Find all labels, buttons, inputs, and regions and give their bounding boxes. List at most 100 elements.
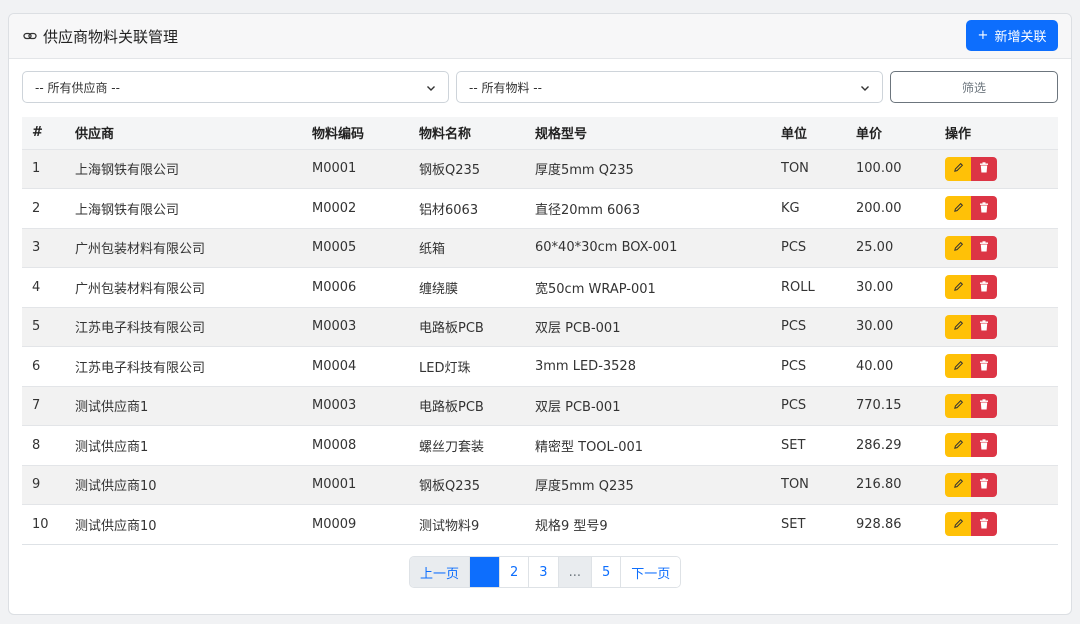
filter-row: -- 所有供应商 -- -- 所有物料 -- 筛选 [22, 71, 1058, 103]
row-index: 8 [32, 437, 41, 453]
edit-button[interactable] [945, 433, 971, 458]
page-2[interactable]: 2 [500, 557, 530, 587]
edit-button[interactable] [945, 196, 971, 221]
trash-icon [979, 477, 989, 492]
add-relation-label: 新增关联 [994, 30, 1047, 45]
row-index: 4 [32, 279, 41, 295]
spec-cell: 厚度5mm Q235 [535, 479, 634, 495]
edit-button[interactable] [945, 314, 971, 339]
price-cell: 770.15 [856, 398, 902, 414]
delete-button[interactable] [971, 512, 997, 537]
actions-cell [935, 386, 1058, 426]
col-supplier: 供应商 [75, 127, 115, 143]
delete-button[interactable] [971, 354, 997, 379]
spec-cell: 宽50cm WRAP-001 [535, 281, 656, 297]
material-code-cell: M0006 [312, 279, 357, 295]
page-title-text: 供应商物料关联管理 [43, 27, 179, 46]
actions-cell [935, 426, 1058, 466]
supplier-select[interactable]: -- 所有供应商 -- [22, 71, 449, 103]
unit-cell: PCS [781, 398, 807, 414]
supplier-cell: 上海钢铁有限公司 [75, 163, 180, 179]
spec-cell: 直径20mm 6063 [535, 202, 641, 218]
edit-button[interactable] [945, 354, 971, 379]
delete-button[interactable] [971, 275, 997, 300]
edit-button[interactable] [945, 235, 971, 260]
unit-cell: SET [781, 437, 806, 453]
trash-icon [979, 161, 989, 176]
delete-button[interactable] [971, 472, 997, 497]
material-name-cell: 铝材6063 [419, 202, 479, 218]
plus-icon: + [977, 28, 989, 43]
add-relation-button[interactable]: + 新增关联 [966, 20, 1058, 51]
row-index: 1 [32, 161, 41, 177]
edit-button[interactable] [945, 275, 971, 300]
edit-button[interactable] [945, 472, 971, 497]
prev-page-button[interactable]: 上一页 [410, 557, 471, 587]
trash-icon [979, 280, 989, 295]
pencil-icon [953, 201, 964, 216]
filter-button[interactable]: 筛选 [890, 71, 1058, 103]
price-cell: 286.29 [856, 437, 902, 453]
spec-cell: 双层 PCB-001 [535, 321, 621, 337]
action-group [945, 275, 997, 300]
material-code-cell: M0003 [312, 319, 357, 335]
delete-button[interactable] [971, 433, 997, 458]
pencil-icon [953, 398, 964, 413]
action-group [945, 235, 997, 260]
supplier-cell: 测试供应商10 [75, 479, 157, 495]
table-row: 4 广州包装材料有限公司 M0006 缠绕膜 宽50cm WRAP-001 ROLL 30.… [22, 267, 1058, 308]
material-select-value: -- 所有物料 -- [469, 80, 542, 95]
unit-cell: TON [781, 477, 809, 493]
row-index: 10 [32, 516, 49, 532]
trash-icon [979, 359, 989, 374]
price-cell: 200.00 [856, 200, 902, 216]
edit-button[interactable] [945, 393, 971, 418]
table-row: 1 上海钢铁有限公司 M0001 钢板Q235 厚度5mm Q235 TON 100.00 [22, 149, 1058, 189]
trash-icon [979, 201, 989, 216]
unit-cell: TON [781, 161, 809, 177]
supplier-cell: 测试供应商1 [75, 400, 149, 416]
pencil-icon [953, 438, 964, 453]
supplier-select-value: -- 所有供应商 -- [35, 80, 120, 95]
page-5[interactable]: 5 [591, 557, 622, 587]
unit-cell: PCS [781, 240, 807, 256]
material-code-cell: M0004 [312, 358, 357, 374]
delete-button[interactable] [971, 156, 997, 181]
spec-cell: 双层 PCB-001 [535, 400, 621, 416]
price-cell: 30.00 [856, 319, 894, 335]
material-name-cell: 钢板Q235 [419, 479, 481, 495]
page-current[interactable] [470, 557, 501, 587]
material-code-cell: M0002 [312, 200, 357, 216]
unit-cell: PCS [781, 319, 807, 335]
edit-button[interactable] [945, 156, 971, 181]
unit-cell: ROLL [781, 279, 815, 295]
page-title: 供应商物料关联管理 [23, 26, 178, 47]
col-price: 单价 [856, 127, 883, 143]
trash-icon [979, 240, 989, 255]
col-material-name: 物料名称 [419, 127, 472, 143]
material-name-cell: 缠绕膜 [419, 281, 459, 297]
next-page-button[interactable]: 下一页 [621, 557, 681, 587]
action-group [945, 314, 997, 339]
material-name-cell: 纸箱 [419, 242, 446, 258]
main-card: 供应商物料关联管理 + 新增关联 -- 所有供应商 -- -- 所有物料 -- … [8, 13, 1072, 615]
delete-button[interactable] [971, 314, 997, 339]
price-cell: 25.00 [856, 240, 894, 256]
table-row: 7 测试供应商1 M0003 电路板PCB 双层 PCB-001 PCS 770.15 [22, 386, 1058, 426]
table-row: 5 江苏电子科技有限公司 M0003 电路板PCB 双层 PCB-001 PCS 30.00 [22, 307, 1058, 347]
col-material-code: 物料编码 [312, 127, 365, 143]
page-3[interactable]: 3 [529, 557, 559, 587]
supplier-cell: 江苏电子科技有限公司 [75, 360, 206, 376]
chevron-down-icon [426, 82, 436, 96]
action-group [945, 433, 997, 458]
delete-button[interactable] [971, 235, 997, 260]
material-select[interactable]: -- 所有物料 -- [456, 71, 883, 103]
delete-button[interactable] [971, 196, 997, 221]
table-row: 9 测试供应商10 M0001 钢板Q235 厚度5mm Q235 TON 216.80 [22, 465, 1058, 505]
delete-button[interactable] [971, 393, 997, 418]
unit-cell: SET [781, 516, 806, 532]
material-code-cell: M0009 [312, 516, 357, 532]
edit-button[interactable] [945, 512, 971, 537]
row-index: 7 [32, 398, 41, 414]
price-cell: 100.00 [856, 161, 902, 177]
